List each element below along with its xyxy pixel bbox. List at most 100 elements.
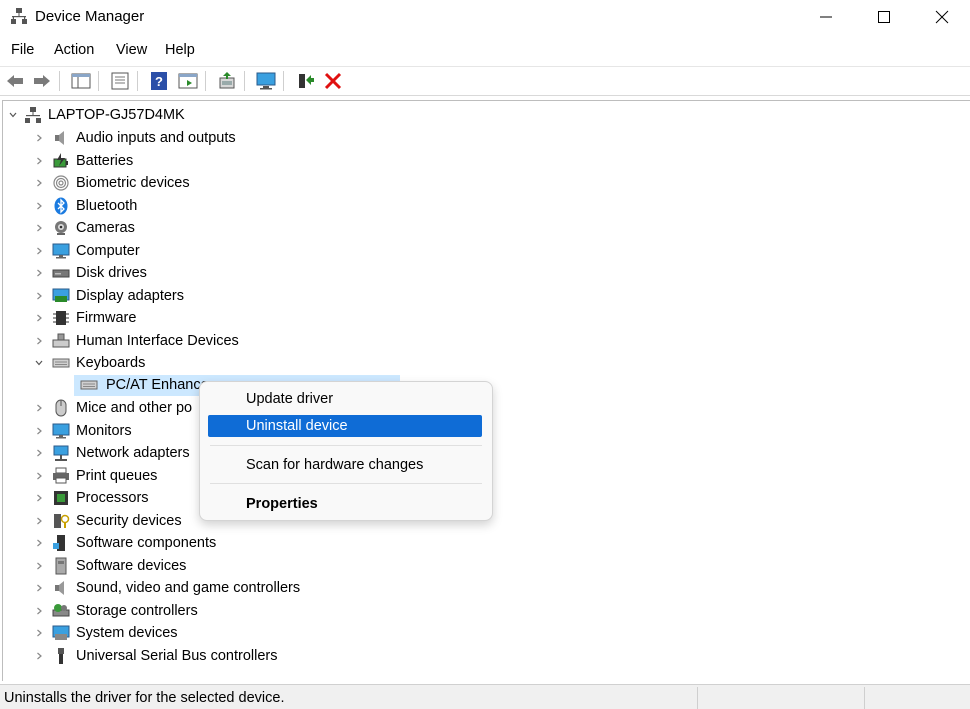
tree-category-item[interactable]: Storage controllers (34, 600, 198, 622)
tree-category-item[interactable]: Biometric devices (34, 172, 190, 194)
tree-category-item[interactable]: Cameras (34, 217, 135, 239)
chevron-right-icon[interactable] (34, 538, 44, 548)
tree-root[interactable]: LAPTOP-GJ57D4MK (8, 104, 185, 126)
chevron-right-icon[interactable] (34, 426, 44, 436)
hid-icon (52, 333, 70, 347)
chevron-right-icon[interactable] (34, 561, 44, 571)
chevron-right-icon[interactable] (34, 223, 44, 233)
chevron-right-icon[interactable] (34, 493, 44, 503)
tree-category-item[interactable]: Audio inputs and outputs (34, 127, 236, 149)
show-hide-console-tree-button[interactable] (70, 70, 92, 92)
action-pane-button[interactable] (177, 70, 199, 92)
tree-category-label: System devices (76, 625, 178, 641)
context-properties[interactable]: Properties (208, 493, 482, 515)
tree-category-item[interactable]: Software components (34, 532, 216, 554)
console-tree-icon (71, 73, 91, 89)
context-update-driver[interactable]: Update driver (208, 388, 482, 410)
chevron-right-icon[interactable] (34, 403, 44, 413)
status-bar: Uninstalls the driver for the selected d… (0, 684, 970, 709)
chevron-right-icon[interactable] (34, 583, 44, 593)
tree-category-item[interactable]: Software devices (34, 555, 186, 577)
properties-button[interactable] (109, 70, 131, 92)
tree-category-item[interactable]: Network adapters (34, 442, 190, 464)
chevron-right-icon[interactable] (34, 313, 44, 323)
add-driver-button[interactable] (294, 70, 316, 92)
tree-category-item[interactable]: Security devices (34, 510, 182, 532)
tree-category-item[interactable]: Mice and other po (34, 397, 192, 419)
chevron-right-icon[interactable] (34, 516, 44, 526)
chevron-down-icon[interactable] (34, 358, 44, 368)
menu-file[interactable]: File (11, 42, 34, 58)
speaker-icon (55, 131, 64, 145)
back-button[interactable] (4, 70, 26, 92)
software-component-icon (53, 535, 65, 551)
toolbar-separator (205, 71, 206, 91)
status-text: Uninstalls the driver for the selected d… (4, 690, 285, 706)
close-button[interactable] (913, 0, 970, 34)
tree-category-item[interactable]: Processors (34, 487, 149, 509)
tree-category-item[interactable]: System devices (34, 622, 178, 644)
forward-button[interactable] (31, 70, 53, 92)
tree-category-item[interactable]: Print queues (34, 465, 157, 487)
chevron-right-icon[interactable] (34, 336, 44, 346)
tree-category-item[interactable]: Human Interface Devices (34, 330, 239, 352)
chevron-right-icon[interactable] (34, 448, 44, 458)
menu-view[interactable]: View (116, 42, 147, 58)
context-scan-hardware[interactable]: Scan for hardware changes (208, 454, 482, 476)
chevron-right-icon[interactable] (34, 201, 44, 211)
menu-bar: File Action View Help (0, 38, 970, 64)
tree-category-item[interactable]: Keyboards (34, 352, 145, 374)
toolbar-separator (283, 71, 284, 91)
uninstall-device-button[interactable] (322, 70, 344, 92)
tree-category-label: Display adapters (76, 287, 184, 304)
tree-category-label: Human Interface Devices (76, 332, 239, 349)
tree-category-item[interactable]: Universal Serial Bus controllers (34, 645, 277, 667)
tree-category-label: Computer (76, 242, 140, 259)
maximize-button[interactable] (855, 0, 913, 34)
svg-text:?: ? (155, 74, 163, 89)
tree-category-item[interactable]: Batteries (34, 150, 133, 172)
title-bar: Device Manager (0, 0, 970, 34)
chevron-right-icon[interactable] (34, 651, 44, 661)
menu-action[interactable]: Action (54, 42, 94, 58)
chevron-right-icon[interactable] (34, 268, 44, 278)
close-icon (935, 10, 949, 24)
battery-icon (53, 152, 68, 167)
help-button[interactable]: ? (148, 70, 170, 92)
tree-category-label: Network adapters (76, 445, 190, 461)
tree-category-item[interactable]: Display adapters (34, 285, 184, 307)
context-uninstall-device[interactable]: Uninstall device (208, 415, 482, 437)
chevron-right-icon[interactable] (34, 471, 44, 481)
chevron-right-icon[interactable] (34, 606, 44, 616)
tree-category-item[interactable]: Sound, video and game controllers (34, 577, 300, 599)
chevron-right-icon[interactable] (34, 156, 44, 166)
tree-category-item[interactable]: Firmware (34, 307, 136, 329)
printer-icon (53, 467, 69, 483)
menu-help[interactable]: Help (165, 42, 195, 58)
tree-item-keyboard-device[interactable]: PC/AT Enhance (78, 374, 209, 396)
tree-category-item[interactable]: Computer (34, 240, 140, 262)
tree-category-label: Software devices (76, 557, 187, 574)
scan-hardware-button[interactable] (255, 70, 277, 92)
chevron-right-icon[interactable] (34, 178, 44, 188)
tree-category-item[interactable]: Disk drives (34, 262, 147, 284)
chevron-right-icon[interactable] (34, 291, 44, 301)
update-driver-button[interactable] (216, 70, 238, 92)
monitor-icon (52, 423, 70, 438)
chevron-right-icon[interactable] (34, 628, 44, 638)
chevron-right-icon[interactable] (34, 246, 44, 256)
camera-icon (55, 221, 67, 235)
back-arrow-icon (7, 75, 23, 87)
tree-category-item[interactable]: Monitors (34, 420, 132, 442)
red-x-icon (324, 72, 342, 90)
chevron-down-icon[interactable] (8, 110, 18, 120)
toolbar-separator (137, 71, 138, 91)
tree-category-item[interactable]: Bluetooth (34, 195, 137, 217)
tree-category-label: Software components (76, 535, 217, 551)
chevron-right-icon[interactable] (34, 133, 44, 143)
minimize-button[interactable] (797, 0, 855, 34)
forward-arrow-icon (34, 75, 50, 87)
tree-category-label: Monitors (76, 422, 132, 439)
tree-category-label: Security devices (76, 512, 182, 529)
computer-icon (25, 107, 41, 123)
